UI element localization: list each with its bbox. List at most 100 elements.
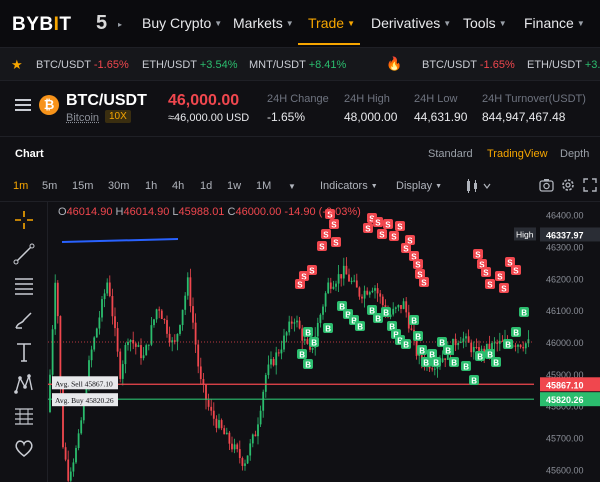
candle-body xyxy=(166,320,168,334)
candle-body xyxy=(293,322,296,324)
mode-tradingview[interactable]: TradingView xyxy=(487,148,548,160)
candle-body xyxy=(392,308,395,315)
candle-body xyxy=(342,265,345,279)
candle-body xyxy=(197,344,200,367)
favorite-star-icon[interactable]: ★ xyxy=(11,57,23,73)
leverage-badge: 10X xyxy=(105,110,131,123)
ticker-item[interactable]: BTC/USDT -1.65% xyxy=(422,59,515,71)
timeframe-1w[interactable]: 1w xyxy=(227,180,241,192)
timeframe-5m[interactable]: 5m xyxy=(42,180,57,192)
timeframe-4h[interactable]: 4h xyxy=(172,180,184,192)
ohlc-open-value: 46014.90 xyxy=(66,206,113,218)
candle-body xyxy=(472,346,475,353)
avg-buy-price-tag-label: 45820.26 xyxy=(546,395,584,405)
timeframe-1h[interactable]: 1h xyxy=(145,180,157,192)
nav-label: Buy Crypto xyxy=(142,15,212,31)
stat-value-24h-low: 44,631.90 xyxy=(414,110,468,124)
nav-trade[interactable]: Trade ▼ xyxy=(308,15,355,31)
ticker-item[interactable]: ETH/USDT +3. xyxy=(527,59,600,71)
hamburger-menu-icon[interactable] xyxy=(15,99,31,113)
candle-body xyxy=(270,359,272,365)
candle-body xyxy=(324,293,327,307)
anniversary-five-icon[interactable]: 5 xyxy=(96,12,116,34)
candle-body xyxy=(522,347,525,349)
candle-body xyxy=(376,288,379,294)
timeframe-1d[interactable]: 1d xyxy=(200,180,212,192)
last-price: 46,000.00 xyxy=(168,92,240,109)
mode-standard[interactable]: Standard xyxy=(428,148,473,160)
text-tool-icon[interactable] xyxy=(12,340,36,364)
nav-derivatives[interactable]: Derivatives ▼ xyxy=(371,15,451,31)
candle-body xyxy=(444,358,447,360)
horizontal-lines-icon[interactable] xyxy=(12,274,36,298)
timeframe-1M[interactable]: 1M xyxy=(256,180,271,192)
stat-value-24h-high: 48,000.00 xyxy=(344,110,398,124)
timeframe-15m[interactable]: 15m xyxy=(72,180,93,192)
candle-body xyxy=(127,341,129,346)
trade-marker-label: S xyxy=(385,221,391,230)
candle-body xyxy=(285,332,288,336)
nav-markets[interactable]: Markets ▼ xyxy=(233,15,294,31)
nav-tools[interactable]: Tools ▼ xyxy=(463,15,507,31)
candle-body xyxy=(95,328,98,338)
candle-body xyxy=(69,471,72,481)
active-nav-underline xyxy=(298,43,360,45)
timeframe-30m[interactable]: 30m xyxy=(108,180,129,192)
candle-body xyxy=(223,428,226,435)
chart-type-candle-icon[interactable] xyxy=(464,179,494,193)
candle-body xyxy=(298,320,301,329)
ticker-item[interactable]: BTC/USDT -1.65% xyxy=(36,59,129,71)
candlestick-chart-svg[interactable]: 46400.00 46300.00 46200.00 46100.00 46000.00… xyxy=(48,202,600,482)
camera-snapshot-icon[interactable] xyxy=(539,178,554,192)
favorites-heart-icon[interactable] xyxy=(12,436,36,460)
candle-body xyxy=(358,287,361,297)
trade-marker-label: B xyxy=(471,377,477,386)
candle-body xyxy=(470,342,473,353)
pair-name[interactable]: BTC/USDT xyxy=(66,92,147,110)
candle-body xyxy=(210,406,213,411)
nav-finance[interactable]: Finance ▼ xyxy=(524,15,585,31)
measure-ruler-icon[interactable] xyxy=(12,404,36,428)
pattern-tool-icon[interactable] xyxy=(12,372,36,396)
candle-body xyxy=(327,282,330,294)
high-price-tag-label: 46337.97 xyxy=(546,230,584,240)
trade-marker-label: B xyxy=(493,359,499,368)
crosshair-icon[interactable] xyxy=(12,208,36,232)
brush-icon[interactable] xyxy=(12,308,36,332)
caret-down-icon: ▼ xyxy=(370,183,378,190)
trade-marker-label: B xyxy=(423,359,429,368)
display-button[interactable]: Display ▼ xyxy=(396,180,442,192)
nav-buy-crypto[interactable]: Buy Crypto ▼ xyxy=(142,15,222,31)
candle-body xyxy=(225,432,228,435)
price-tick-label: 46200.00 xyxy=(546,274,584,284)
candle-body xyxy=(220,420,223,429)
ticker-pair: MNT/USDT xyxy=(249,59,306,71)
candle-body xyxy=(199,366,202,380)
trade-marker-label: B xyxy=(305,329,311,338)
pair-asset-name[interactable]: Bitcoin xyxy=(66,112,99,124)
timeframe-1m[interactable]: 1m xyxy=(13,180,28,192)
fullscreen-icon[interactable] xyxy=(583,178,597,192)
trade-marker-label: S xyxy=(331,221,337,230)
indicators-button[interactable]: Indicators ▼ xyxy=(320,180,378,192)
trade-marker-label: S xyxy=(391,233,397,242)
caret-down-icon: ▼ xyxy=(498,19,507,28)
candle-body xyxy=(103,293,106,300)
ticker-item[interactable]: ETH/USDT +3.54% xyxy=(142,59,238,71)
trade-marker-label: B xyxy=(411,317,417,326)
timeframe-more-caret-icon[interactable]: ▼ xyxy=(288,182,296,191)
candle-body xyxy=(67,459,70,481)
mode-depth[interactable]: Depth xyxy=(560,148,589,160)
candle-body xyxy=(337,274,340,284)
candle-body xyxy=(119,351,122,379)
candle-body xyxy=(462,338,465,342)
price-chart[interactable]: 46400.00 46300.00 46200.00 46100.00 46000.00… xyxy=(48,202,600,482)
candle-body xyxy=(267,364,270,376)
trend-line-icon[interactable] xyxy=(12,242,36,266)
ticker-item[interactable]: MNT/USDT +8.41% xyxy=(249,59,346,71)
bybit-logo[interactable]: BYBIT xyxy=(12,14,72,36)
ticker-change: +3.54% xyxy=(199,59,238,71)
candle-body xyxy=(116,328,119,352)
chart-toolbar: 1m 5m 15m 30m 1h 4h 1d 1w 1M ▼ Indicator… xyxy=(0,170,600,202)
settings-gear-icon[interactable] xyxy=(561,178,575,192)
